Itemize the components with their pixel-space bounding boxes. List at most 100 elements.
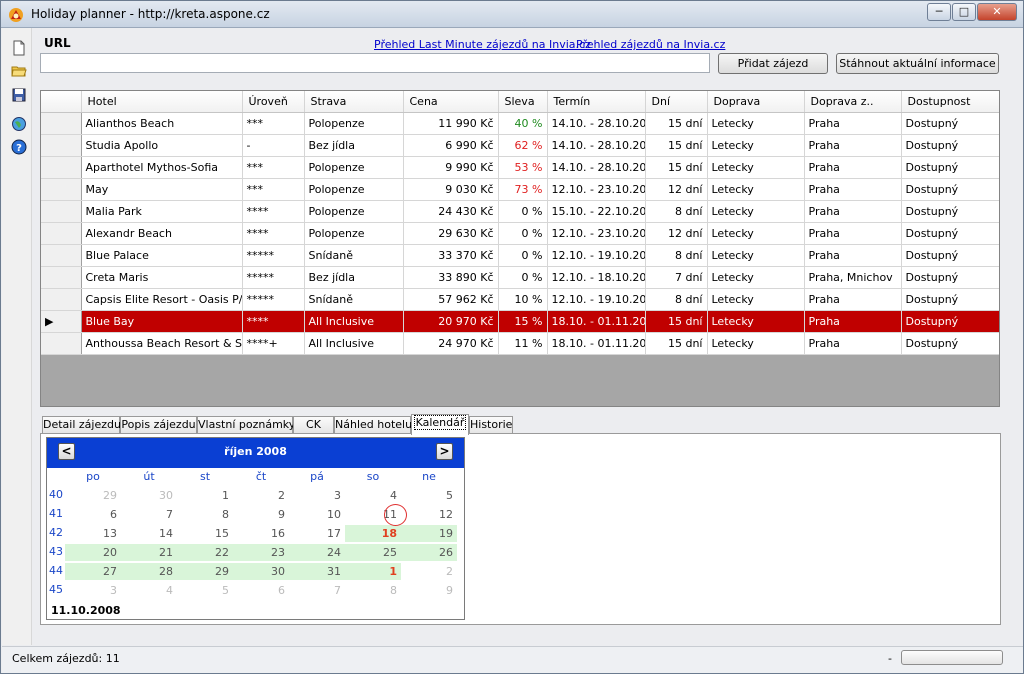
cell-discount[interactable]: 0 % xyxy=(498,200,548,223)
calendar-day[interactable]: 9 xyxy=(401,582,457,599)
calendar-day[interactable]: 19 xyxy=(401,525,457,542)
cell-departure[interactable]: Praha xyxy=(804,156,902,179)
month-calendar[interactable]: < říjen 2008 > po út st čt pá so ne 40 41 42 43 44 4… xyxy=(46,437,465,620)
calendar-day[interactable]: 2 xyxy=(233,487,289,504)
cell-days[interactable]: 15 dní xyxy=(645,112,708,135)
cell-hotel[interactable]: Malia Park xyxy=(81,200,243,223)
calendar-day[interactable]: 8 xyxy=(177,506,233,523)
cell-transport[interactable]: Letecky xyxy=(707,200,805,223)
calendar-day[interactable]: 18 xyxy=(345,525,401,542)
cell-hotel[interactable]: Creta Maris xyxy=(81,266,243,289)
cell-price[interactable]: 9 030 Kč xyxy=(403,178,499,201)
globe-icon[interactable] xyxy=(11,116,27,132)
cell-days[interactable]: 12 dní xyxy=(645,222,708,245)
new-document-icon[interactable] xyxy=(11,40,27,56)
cell-discount[interactable]: 62 % xyxy=(498,134,548,157)
calendar-day[interactable]: 4 xyxy=(345,487,401,504)
cell-level[interactable]: **** xyxy=(242,310,305,333)
calendar-day[interactable]: 1 xyxy=(177,487,233,504)
cell-price[interactable]: 24 970 Kč xyxy=(403,332,499,355)
calendar-day[interactable]: 8 xyxy=(345,582,401,599)
cell-availability[interactable]: Dostupný xyxy=(901,134,999,157)
cell-availability[interactable]: Dostupný xyxy=(901,200,999,223)
cell-level[interactable]: **** xyxy=(242,222,305,245)
cell-term[interactable]: 14.10. - 28.10.20... xyxy=(547,134,646,157)
tab-tour-detail[interactable]: Detail zájezdu xyxy=(42,416,121,434)
cell-availability[interactable]: Dostupný xyxy=(901,244,999,267)
last-minute-link[interactable]: Přehled Last Minute zájezdů na Invia.cz xyxy=(374,38,591,51)
cell-hotel[interactable]: Alianthos Beach xyxy=(81,112,243,135)
table-row[interactable]: Blue Palace ***** Snídaně 33 370 Kč 0 % 12.10… xyxy=(41,244,999,267)
url-input[interactable] xyxy=(40,53,710,73)
minimize-button[interactable]: ─ xyxy=(927,3,951,21)
calendar-day[interactable]: 28 xyxy=(121,563,177,580)
calendar-day[interactable]: 3 xyxy=(65,582,121,599)
row-header[interactable] xyxy=(41,134,82,157)
cell-board[interactable]: Polopenze xyxy=(304,112,404,135)
cell-departure[interactable]: Praha xyxy=(804,200,902,223)
calendar-day[interactable]: 27 xyxy=(65,563,121,580)
table-row[interactable]: Creta Maris ***** Bez jídla 33 890 Kč 0 % 12.… xyxy=(41,266,999,289)
cell-days[interactable]: 8 dní xyxy=(645,288,708,311)
cell-board[interactable]: All Inclusive xyxy=(304,332,404,355)
cell-price[interactable]: 33 890 Kč xyxy=(403,266,499,289)
calendar-day[interactable]: 12 xyxy=(401,506,457,523)
cell-level[interactable]: *** xyxy=(242,156,305,179)
calendar-day[interactable]: 29 xyxy=(65,487,121,504)
table-row[interactable]: Anthoussa Beach Resort & Spa ****+ All Inc… xyxy=(41,332,999,355)
table-row[interactable]: ▶ Blue Bay **** All Inclusive 20 970 Kč 15 % 1… xyxy=(41,310,999,333)
calendar-day[interactable]: 7 xyxy=(121,506,177,523)
column-header-days[interactable]: Dní xyxy=(645,91,708,113)
cell-level[interactable]: - xyxy=(242,134,305,157)
cell-term[interactable]: 12.10. - 23.10.20... xyxy=(547,222,646,245)
cell-departure[interactable]: Praha xyxy=(804,178,902,201)
calendar-day[interactable]: 7 xyxy=(289,582,345,599)
calendar-day[interactable]: 29 xyxy=(177,563,233,580)
cell-departure[interactable]: Praha xyxy=(804,112,902,135)
tours-grid[interactable]: Hotel Úroveň Strava Cena Sleva Termín Dn… xyxy=(40,90,1000,407)
cell-term[interactable]: 12.10. - 18.10.20... xyxy=(547,266,646,289)
row-header[interactable] xyxy=(41,200,82,223)
cell-price[interactable]: 24 430 Kč xyxy=(403,200,499,223)
cell-board[interactable]: Polopenze xyxy=(304,222,404,245)
row-header[interactable] xyxy=(41,332,82,355)
cell-departure[interactable]: Praha xyxy=(804,310,902,333)
tab-calendar[interactable]: Kalendář xyxy=(411,414,469,435)
cell-days[interactable]: 12 dní xyxy=(645,178,708,201)
column-header-level[interactable]: Úroveň xyxy=(242,91,305,113)
cell-price[interactable]: 33 370 Kč xyxy=(403,244,499,267)
table-row[interactable]: Studia Apollo - Bez jídla 6 990 Kč 62 % 14.10… xyxy=(41,134,999,157)
row-header[interactable] xyxy=(41,222,82,245)
row-header[interactable] xyxy=(41,112,82,135)
cell-transport[interactable]: Letecky xyxy=(707,222,805,245)
cell-discount[interactable]: 73 % xyxy=(498,178,548,201)
cell-transport[interactable]: Letecky xyxy=(707,244,805,267)
cell-board[interactable]: Snídaně xyxy=(304,244,404,267)
cell-availability[interactable]: Dostupný xyxy=(901,332,999,355)
cell-level[interactable]: ****+ xyxy=(242,332,305,355)
add-tour-button[interactable]: Přidat zájezd xyxy=(718,53,828,74)
calendar-day[interactable]: ✈17 xyxy=(289,525,356,542)
cell-transport[interactable]: Letecky xyxy=(707,178,805,201)
column-header-hotel[interactable]: Hotel xyxy=(81,91,243,113)
tab-tour-description[interactable]: Popis zájezdu xyxy=(120,416,197,434)
cell-days[interactable]: 8 dní xyxy=(645,200,708,223)
cell-transport[interactable]: Letecky xyxy=(707,332,805,355)
column-header-term[interactable]: Termín xyxy=(547,91,646,113)
cell-term[interactable]: 18.10. - 01.11.20... xyxy=(547,332,646,355)
cell-discount[interactable]: 40 % xyxy=(498,112,548,135)
cell-level[interactable]: ***** xyxy=(242,288,305,311)
cell-departure[interactable]: Praha, Mnichov xyxy=(804,266,902,289)
cell-term[interactable]: 14.10. - 28.10.20... xyxy=(547,112,646,135)
cell-hotel[interactable]: Blue Bay xyxy=(81,310,243,333)
cell-departure[interactable]: Praha xyxy=(804,222,902,245)
calendar-day[interactable]: 5 xyxy=(177,582,233,599)
calendar-day[interactable]: 10 xyxy=(289,506,345,523)
cell-discount[interactable]: 11 % xyxy=(498,332,548,355)
tours-overview-link[interactable]: Přehled zájezdů na Invia.cz xyxy=(576,38,725,51)
table-row[interactable]: Aparthotel Mythos-Sofia *** Polopenze 9 990… xyxy=(41,156,999,179)
calendar-day[interactable]: 15 xyxy=(177,525,233,542)
table-row[interactable]: Alexandr Beach **** Polopenze 29 630 Kč 0 % 1… xyxy=(41,222,999,245)
calendar-day[interactable]: 9 xyxy=(233,506,289,523)
row-header[interactable]: ▶ xyxy=(41,310,82,333)
